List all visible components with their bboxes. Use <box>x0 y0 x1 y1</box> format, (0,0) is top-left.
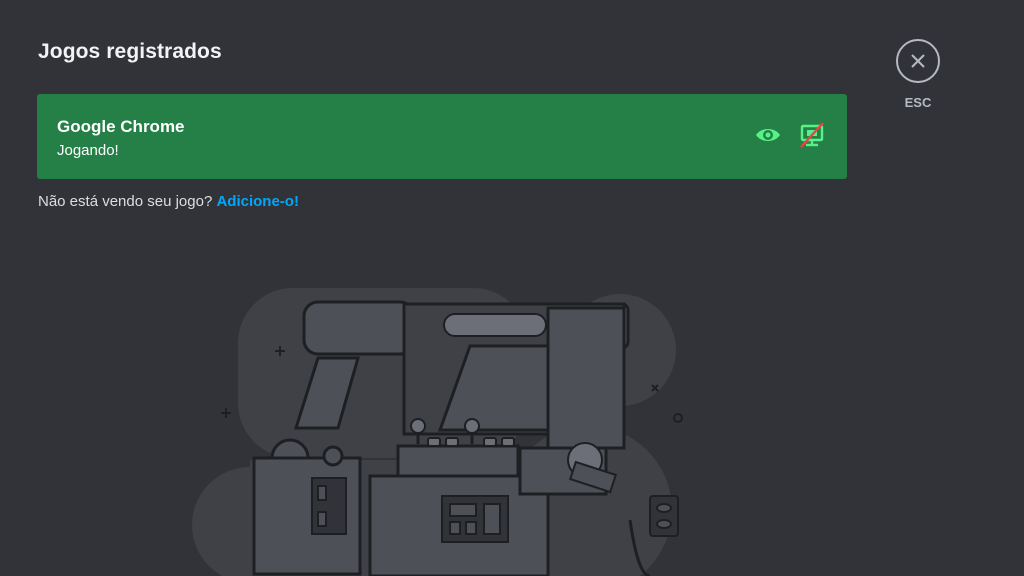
arcade-illustration <box>192 288 683 576</box>
add-game-hint-text: Não está vendo seu jogo? <box>38 193 217 210</box>
eye-icon <box>756 129 780 141</box>
overlay-disabled-icon <box>800 122 824 148</box>
game-name: Google Chrome <box>57 117 185 136</box>
close-button[interactable] <box>896 39 940 83</box>
overlay-toggle-button[interactable] <box>797 120 827 150</box>
eye-button[interactable] <box>753 120 783 150</box>
add-game-hint: Não está vendo seu jogo? Adicione-o! <box>38 193 299 210</box>
esc-label: ESC <box>904 95 932 110</box>
add-game-link[interactable]: Adicione-o! <box>216 193 299 210</box>
page-title: Jogos registrados <box>38 40 222 63</box>
close-icon <box>911 54 925 68</box>
game-card: Google Chrome Jogando! <box>37 94 847 179</box>
game-status: Jogando! <box>57 142 119 159</box>
registered-games-page: Jogos registrados Google Chrome Jogando!… <box>0 0 1024 576</box>
